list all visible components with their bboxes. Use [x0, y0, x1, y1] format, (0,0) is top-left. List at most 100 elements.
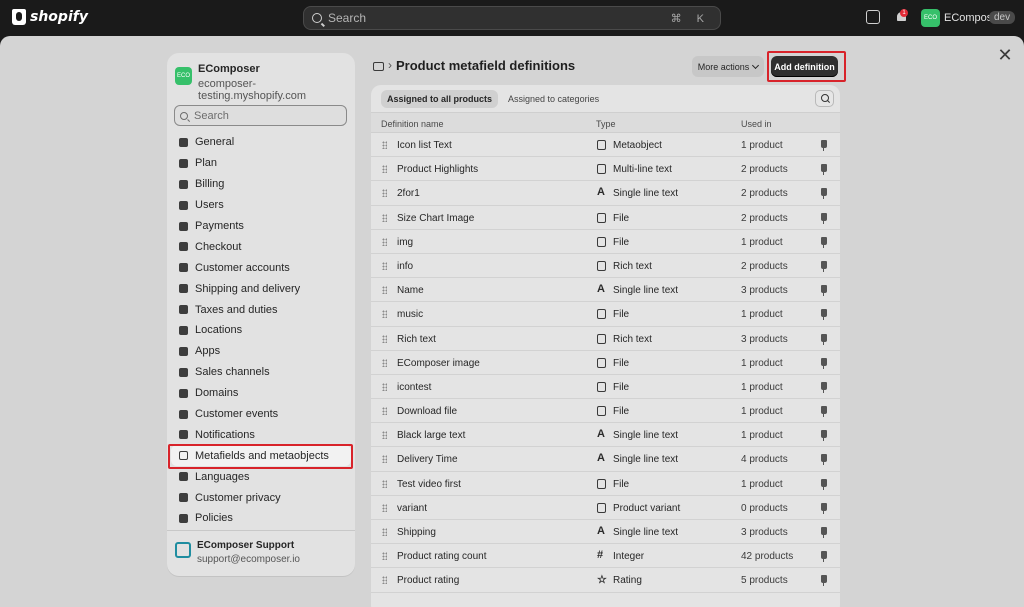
used-in-count[interactable]: 1 product — [741, 479, 783, 490]
sidebar-item-sales-channels[interactable]: Sales channels — [171, 362, 351, 383]
pin-icon[interactable] — [821, 333, 827, 345]
support-card[interactable]: EComposer Support support@ecomposer.io — [175, 540, 300, 565]
table-row[interactable]: music File 1 product — [371, 302, 840, 327]
used-in-count[interactable]: 2 products — [741, 164, 788, 175]
drag-handle-icon[interactable] — [382, 503, 387, 512]
settings-search-input[interactable]: Search — [174, 105, 347, 126]
used-in-count[interactable]: 1 product — [741, 309, 783, 320]
sidebar-item-customer-privacy[interactable]: Customer privacy — [171, 487, 351, 508]
used-in-count[interactable]: 4 products — [741, 454, 788, 465]
pin-icon[interactable] — [821, 260, 827, 272]
sidebar-item-locations[interactable]: Locations — [171, 320, 351, 341]
store-header[interactable]: ECO EComposer ecomposer-testing.myshopif… — [175, 63, 355, 102]
sidebar-item-domains[interactable]: Domains — [171, 383, 351, 404]
used-in-count[interactable]: 1 product — [741, 382, 783, 393]
pin-icon[interactable] — [821, 188, 827, 200]
pin-icon[interactable] — [821, 454, 827, 466]
sidebar-item-general[interactable]: General — [171, 132, 351, 153]
used-in-count[interactable]: 2 products — [741, 213, 788, 224]
used-in-count[interactable]: 5 products — [741, 575, 788, 586]
drag-handle-icon[interactable] — [382, 189, 387, 198]
table-row[interactable]: EComposer image File 1 product — [371, 351, 840, 375]
shopify-logo[interactable]: shopify — [12, 9, 88, 25]
used-in-count[interactable]: 0 products — [741, 503, 788, 514]
sidebar-item-customer-accounts[interactable]: Customer accounts — [171, 257, 351, 278]
sidebar-item-users[interactable]: Users — [171, 195, 351, 216]
pin-icon[interactable] — [821, 551, 827, 563]
table-row[interactable]: Black large text A Single line text 1 produ… — [371, 423, 840, 448]
table-row[interactable]: Product Highlights Multi-line text 2 produ… — [371, 157, 840, 182]
store-avatar[interactable]: ECO — [921, 9, 940, 27]
sidebar-item-billing[interactable]: Billing — [171, 174, 351, 195]
table-row[interactable]: Rich text Rich text 3 products — [371, 327, 840, 351]
pin-icon[interactable] — [821, 381, 827, 393]
pin-icon[interactable] — [821, 575, 827, 587]
pin-icon[interactable] — [821, 357, 827, 369]
sidebar-item-languages[interactable]: Languages — [171, 466, 351, 487]
used-in-count[interactable]: 1 product — [741, 406, 783, 417]
table-row[interactable]: Icon list Text Metaobject 1 product — [371, 133, 840, 158]
drag-handle-icon[interactable] — [382, 286, 387, 295]
table-row[interactable]: Size Chart Image File 2 products — [371, 206, 840, 230]
metafields-icon[interactable] — [373, 62, 384, 71]
more-actions-button[interactable]: More actions — [692, 56, 764, 77]
sidebar-item-policies[interactable]: Policies — [171, 508, 351, 529]
drag-handle-icon[interactable] — [382, 576, 387, 585]
drag-handle-icon[interactable] — [382, 334, 387, 343]
pin-icon[interactable] — [821, 140, 827, 151]
pin-icon[interactable] — [821, 478, 827, 490]
close-icon[interactable]: ✕ — [994, 44, 1016, 66]
used-in-count[interactable]: 3 products — [741, 527, 788, 538]
table-row[interactable]: info Rich text 2 products — [371, 254, 840, 279]
table-row[interactable]: 2for1 A Single line text 2 products — [371, 181, 840, 206]
shop-icon[interactable] — [866, 10, 880, 24]
table-search-icon[interactable] — [815, 90, 834, 107]
sidebar-item-shipping-and-delivery[interactable]: Shipping and delivery — [171, 278, 351, 299]
pin-icon[interactable] — [821, 285, 827, 297]
sidebar-item-plan[interactable]: Plan — [171, 153, 351, 174]
pin-icon[interactable] — [821, 236, 827, 248]
used-in-count[interactable]: 1 product — [741, 358, 783, 369]
tab-all-products[interactable]: Assigned to all products — [381, 90, 499, 108]
pin-icon[interactable] — [821, 430, 827, 442]
table-row[interactable]: icontest File 1 product — [371, 375, 840, 400]
pin-icon[interactable] — [821, 212, 827, 224]
used-in-count[interactable]: 1 product — [741, 140, 783, 151]
used-in-count[interactable]: 42 products — [741, 551, 793, 562]
sidebar-item-checkout[interactable]: Checkout — [171, 236, 351, 257]
used-in-count[interactable]: 3 products — [741, 285, 788, 296]
drag-handle-icon[interactable] — [382, 431, 387, 440]
used-in-count[interactable]: 2 products — [741, 188, 788, 199]
sidebar-item-apps[interactable]: Apps — [171, 341, 351, 362]
pin-icon[interactable] — [821, 406, 827, 418]
table-row[interactable]: Test video first File 1 product — [371, 472, 840, 496]
pin-icon[interactable] — [821, 164, 827, 176]
drag-handle-icon[interactable] — [382, 479, 387, 488]
drag-handle-icon[interactable] — [382, 165, 387, 174]
pin-icon[interactable] — [821, 309, 827, 321]
used-in-count[interactable]: 3 products — [741, 334, 788, 345]
sidebar-item-taxes-and-duties[interactable]: Taxes and duties — [171, 299, 351, 320]
used-in-count[interactable]: 1 product — [741, 430, 783, 441]
sidebar-item-customer-events[interactable]: Customer events — [171, 404, 351, 425]
drag-handle-icon[interactable] — [382, 310, 387, 319]
global-search-input[interactable]: Search ⌘ K — [303, 6, 721, 30]
pin-icon[interactable] — [821, 527, 827, 538]
drag-handle-icon[interactable] — [382, 237, 387, 246]
drag-handle-icon[interactable] — [382, 552, 387, 561]
used-in-count[interactable]: 1 product — [741, 237, 783, 248]
drag-handle-icon[interactable] — [382, 261, 387, 270]
table-row[interactable]: Download file File 1 product — [371, 399, 840, 424]
drag-handle-icon[interactable] — [382, 213, 387, 222]
table-row[interactable]: img File 1 product — [371, 230, 840, 254]
table-row[interactable]: Name A Single line text 3 products — [371, 278, 840, 303]
table-row[interactable]: Product rating ☆ Rating 5 products — [371, 568, 840, 593]
used-in-count[interactable]: 2 products — [741, 261, 788, 272]
tab-categories[interactable]: Assigned to categories — [502, 90, 605, 108]
table-row[interactable]: Delivery Time A Single line text 4 products — [371, 447, 840, 472]
sidebar-item-notifications[interactable]: Notifications — [171, 424, 351, 445]
pin-icon[interactable] — [821, 502, 827, 514]
drag-handle-icon[interactable] — [382, 382, 387, 391]
table-row[interactable]: Product rating count # Integer 42 products — [371, 544, 840, 569]
drag-handle-icon[interactable] — [382, 455, 387, 464]
